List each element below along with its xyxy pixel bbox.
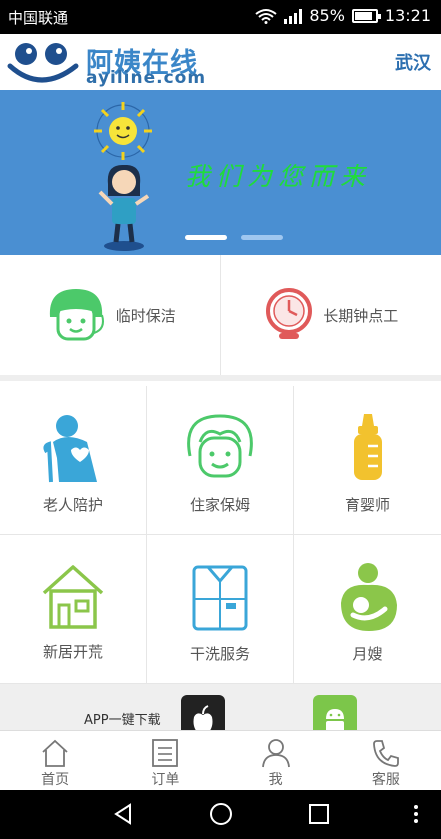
recent-apps-icon[interactable] — [308, 802, 330, 826]
order-icon — [152, 739, 179, 767]
logo[interactable]: 阿姨在线 ayiline.com — [6, 38, 246, 88]
house-icon — [42, 565, 104, 629]
bottom-tab-bar: 首页 订单 我 客服 — [0, 730, 441, 790]
tab-orders[interactable]: 订单 — [110, 731, 220, 790]
quick-services: 临时保洁 长期钟点工 — [0, 255, 441, 381]
girl-illustration — [98, 164, 150, 251]
home-icon — [42, 739, 68, 767]
more-options-icon[interactable] — [412, 802, 420, 826]
service-label: 住家保姆 — [189, 496, 250, 514]
service-infant-care[interactable]: 育婴师 — [294, 386, 441, 535]
tab-label: 我 — [268, 772, 283, 788]
baby-bottle-icon — [353, 414, 382, 480]
carousel-dot[interactable] — [241, 235, 283, 240]
city-selector[interactable]: 武汉 — [395, 49, 431, 75]
sun-icon — [94, 102, 152, 160]
carousel-dot[interactable] — [185, 235, 227, 240]
service-new-home-cleaning[interactable]: 新居开荒 — [0, 535, 147, 684]
cleaner-face-icon — [49, 289, 104, 341]
tab-customer-service[interactable]: 客服 — [331, 731, 441, 790]
service-live-in-nanny[interactable]: 住家保姆 — [147, 386, 294, 535]
status-bar: 中国联通 85% 13:21 — [0, 0, 441, 34]
elderly-icon — [43, 415, 97, 483]
tab-me[interactable]: 我 — [221, 731, 331, 790]
nanny-face-icon — [187, 414, 253, 478]
mother-baby-icon — [340, 563, 397, 631]
signal-icon — [284, 8, 303, 24]
service-maternity-nurse[interactable]: 月嫂 — [294, 535, 441, 684]
apple-icon — [193, 705, 213, 730]
service-label: 育婴师 — [344, 496, 390, 514]
home-button-icon[interactable] — [209, 802, 233, 826]
shirt-icon — [192, 565, 248, 631]
battery-icon — [351, 8, 381, 23]
app-header: 阿姨在线 ayiline.com 武汉 — [0, 34, 441, 90]
service-label: 临时保洁 — [115, 306, 176, 325]
service-label: 老人陪护 — [42, 496, 103, 514]
service-temporary-cleaning[interactable]: 临时保洁 — [0, 255, 221, 375]
tab-label: 首页 — [41, 772, 70, 788]
battery-percent: 85% — [309, 6, 345, 25]
clock-icon — [266, 288, 313, 339]
tab-home[interactable]: 首页 — [0, 731, 110, 790]
service-label: 月嫂 — [352, 645, 383, 663]
service-label: 新居开荒 — [42, 643, 103, 661]
tab-label: 客服 — [371, 772, 400, 788]
service-label: 干洗服务 — [189, 645, 250, 663]
phone-icon — [372, 740, 399, 767]
carousel-indicator — [185, 235, 283, 240]
service-dry-cleaning[interactable]: 干洗服务 — [147, 535, 294, 684]
user-icon — [261, 739, 290, 768]
wifi-icon — [255, 8, 277, 24]
service-label: 长期钟点工 — [323, 306, 399, 325]
logo-english-text: ayiline.com — [86, 68, 207, 88]
banner-slogan: 我们为您而来 — [185, 162, 372, 191]
android-icon — [326, 709, 344, 730]
service-long-term-hourly[interactable]: 长期钟点工 — [221, 255, 441, 375]
smiley-logo-icon — [7, 43, 79, 83]
service-grid: 老人陪护 住家保姆 育婴师 新居开荒 干洗服务 月嫂 — [0, 386, 441, 684]
android-download-button[interactable] — [313, 695, 357, 730]
carrier-name: 中国联通 — [8, 9, 69, 27]
back-icon[interactable] — [112, 802, 134, 826]
clock-time: 13:21 — [384, 6, 431, 25]
system-navigation-bar — [0, 790, 441, 839]
app-download-bar: APP一键下载 — [0, 684, 441, 730]
status-icons: 85% 13:21 — [255, 6, 431, 25]
promo-banner[interactable]: 我们为您而来 — [0, 90, 441, 255]
download-label: APP一键下载 — [84, 713, 161, 728]
ios-download-button[interactable] — [181, 695, 225, 730]
service-elderly-care[interactable]: 老人陪护 — [0, 386, 147, 535]
tab-label: 订单 — [151, 772, 180, 788]
